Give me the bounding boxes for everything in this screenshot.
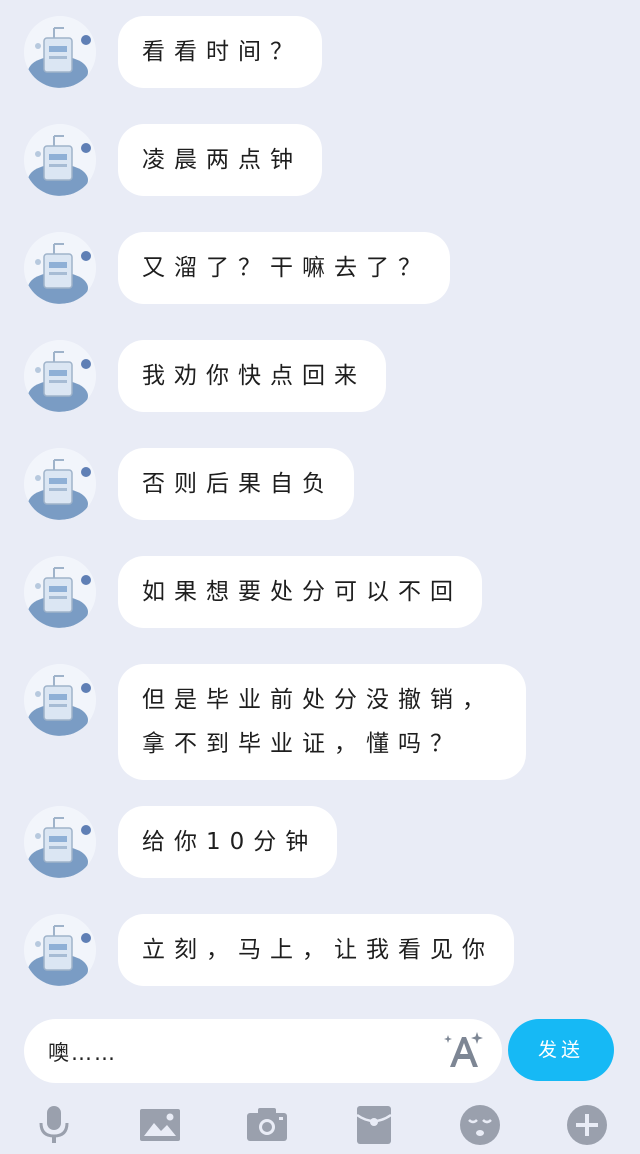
message-bubble[interactable]: 又溜了？干嘛去了？ (118, 232, 450, 304)
message-bubble[interactable]: 如果想要处分可以不回 (118, 556, 482, 628)
red-packet-icon[interactable] (352, 1103, 396, 1147)
microphone-icon[interactable] (32, 1103, 76, 1147)
message-bubble[interactable]: 凌晨两点钟 (118, 124, 322, 196)
send-button[interactable]: 发送 (508, 1019, 614, 1081)
avatar[interactable] (24, 232, 96, 304)
avatar[interactable] (24, 914, 96, 986)
avatar[interactable] (24, 16, 96, 88)
message-bubble[interactable]: 给你10分钟 (118, 806, 338, 878)
avatar[interactable] (24, 340, 96, 412)
avatar[interactable] (24, 448, 96, 520)
font-style-icon[interactable] (442, 1029, 486, 1073)
camera-icon[interactable] (245, 1103, 289, 1147)
message-bubble[interactable]: 看看时间？ (118, 16, 322, 88)
avatar[interactable] (24, 664, 96, 736)
avatar[interactable] (24, 556, 96, 628)
avatar[interactable] (24, 124, 96, 196)
plus-icon[interactable] (565, 1103, 609, 1147)
message-bubble[interactable]: 否则后果自负 (118, 448, 354, 520)
image-icon[interactable] (138, 1103, 182, 1147)
avatar[interactable] (24, 806, 96, 878)
chat-message-list[interactable]: 看看时间？ 凌晨两点钟 又溜了？干嘛去了？ 我劝你快点回来 否则后果自负 如果想… (0, 0, 640, 1005)
input-toolbar (0, 1097, 640, 1149)
message-input-text[interactable]: 噢…… (48, 1037, 117, 1067)
message-bubble[interactable]: 立刻，马上，让我看见你 (118, 914, 514, 986)
message-bubble[interactable]: 我劝你快点回来 (118, 340, 386, 412)
input-bar: 噢…… 发送 (0, 1005, 640, 1154)
emoji-icon[interactable] (458, 1103, 502, 1147)
message-input[interactable]: 噢…… (24, 1019, 502, 1083)
message-bubble[interactable]: 但是毕业前处分没撤销，拿不到毕业证，懂吗？ (118, 664, 526, 780)
